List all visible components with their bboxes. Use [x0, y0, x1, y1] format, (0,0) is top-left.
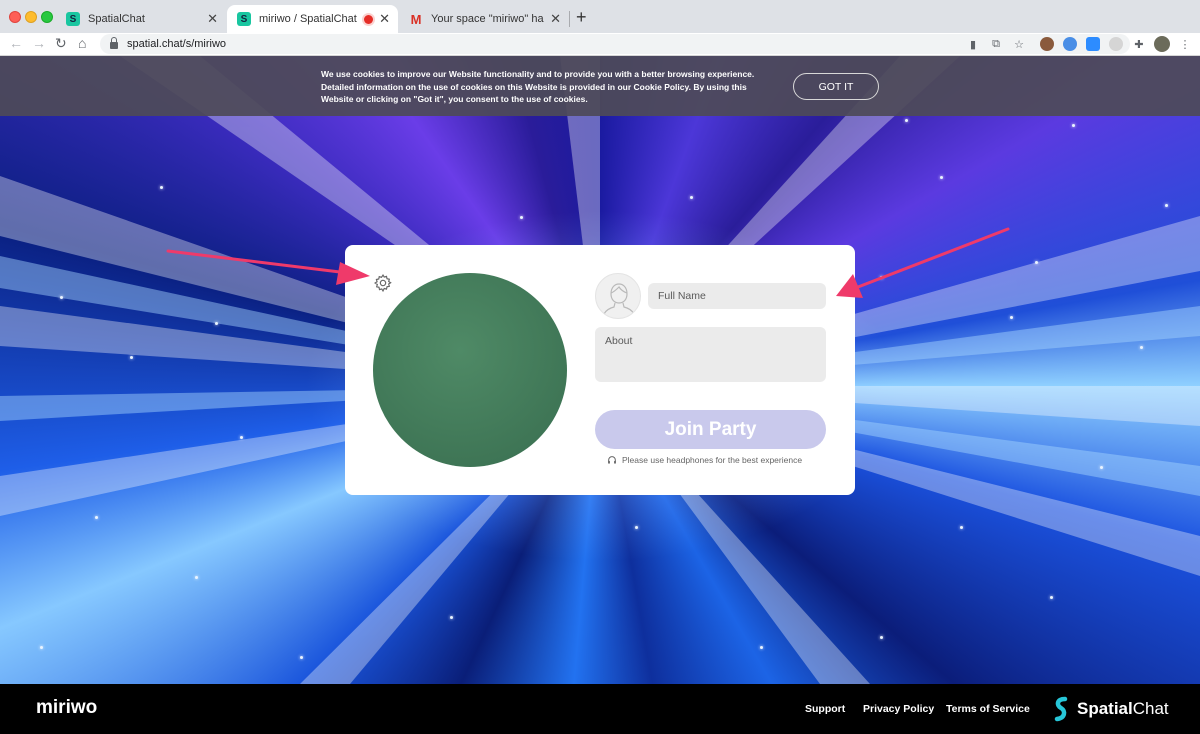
settings-gear-icon[interactable] [373, 273, 393, 293]
got-it-button[interactable]: GOT IT [793, 73, 879, 100]
tab-spatialchat[interactable]: S SpatialChat ✕ [56, 5, 226, 33]
video-preview [373, 273, 567, 467]
profile-avatar[interactable] [1154, 36, 1170, 52]
camera-icon[interactable]: ▮ [966, 37, 980, 51]
join-card: Full Name About Join Party Please use he… [345, 245, 855, 495]
tab-gmail[interactable]: M Your space "miriwo" has been ✕ [399, 5, 569, 33]
headphones-hint: Please use headphones for the best exper… [607, 455, 802, 465]
browser-tab-bar: S SpatialChat ✕ S miriwo / SpatialChat ✕… [0, 0, 1200, 33]
zoom-extension-icon[interactable] [1086, 37, 1100, 51]
terms-of-service-link[interactable]: Terms of Service [946, 703, 1030, 715]
extension-icon[interactable] [1109, 37, 1123, 51]
spatialchat-wordmark[interactable]: SpatialChat [1077, 699, 1169, 719]
page-background: We use cookies to improve our Website fu… [0, 56, 1200, 684]
support-link[interactable]: Support [805, 703, 845, 715]
window-minimize-button[interactable] [25, 11, 37, 23]
tab-title: Your space "miriwo" has been [431, 13, 544, 25]
tab-miriwo[interactable]: S miriwo / SpatialChat ✕ [227, 5, 398, 33]
new-tab-button[interactable]: + [576, 7, 587, 28]
bookmark-star-icon[interactable]: ☆ [1012, 37, 1026, 51]
avatar[interactable] [595, 273, 641, 319]
translate-icon[interactable]: ⧉ [989, 37, 1003, 51]
wordmark-bold: Spatial [1077, 699, 1133, 718]
extensions-puzzle-icon[interactable]: ✚ [1132, 37, 1146, 51]
headphones-icon [608, 456, 616, 464]
forward-icon[interactable]: → [32, 35, 46, 51]
tab-title: SpatialChat [88, 13, 145, 25]
gmail-icon: M [410, 11, 422, 27]
url-text: spatial.chat/s/miriwo [127, 38, 227, 50]
spatialchat-icon: S [237, 12, 251, 26]
home-icon[interactable]: ⌂ [78, 35, 86, 51]
tab-separator [569, 11, 570, 27]
user-placeholder-icon [603, 283, 635, 315]
extension-icon[interactable] [1040, 37, 1054, 51]
spatialchat-icon: S [66, 12, 80, 26]
close-tab-icon[interactable]: ✕ [379, 11, 390, 27]
wordmark-rest: Chat [1132, 699, 1169, 718]
privacy-policy-link[interactable]: Privacy Policy [863, 703, 934, 715]
full-name-input[interactable]: Full Name [648, 283, 826, 309]
reload-icon[interactable]: ↻ [55, 35, 67, 52]
tab-title: miriwo / SpatialChat [259, 13, 357, 25]
recording-indicator-icon [364, 14, 374, 24]
window-maximize-button[interactable] [41, 11, 53, 23]
browser-toolbar: ← → ↻ ⌂ spatial.chat/s/miriwo ▮ ⧉ ☆ ✚ ⋮ [0, 33, 1200, 56]
footer: miriwo Support Privacy Policy Terms of S… [0, 684, 1200, 734]
extension-icon[interactable] [1063, 37, 1077, 51]
about-input[interactable]: About [595, 327, 826, 382]
hint-text: Please use headphones for the best exper… [622, 455, 803, 465]
cookie-message: We use cookies to improve our Website fu… [321, 69, 755, 104]
lock-icon [110, 37, 118, 49]
close-tab-icon[interactable]: ✕ [207, 11, 218, 27]
back-icon[interactable]: ← [9, 35, 23, 51]
more-menu-icon[interactable]: ⋮ [1178, 37, 1192, 51]
window-close-button[interactable] [9, 11, 21, 23]
cookie-banner: We use cookies to improve our Website fu… [0, 56, 1200, 116]
spatialchat-logo-icon[interactable] [1053, 696, 1069, 722]
join-party-button[interactable]: Join Party [595, 410, 826, 449]
close-tab-icon[interactable]: ✕ [550, 11, 561, 27]
space-name: miriwo [36, 697, 98, 718]
